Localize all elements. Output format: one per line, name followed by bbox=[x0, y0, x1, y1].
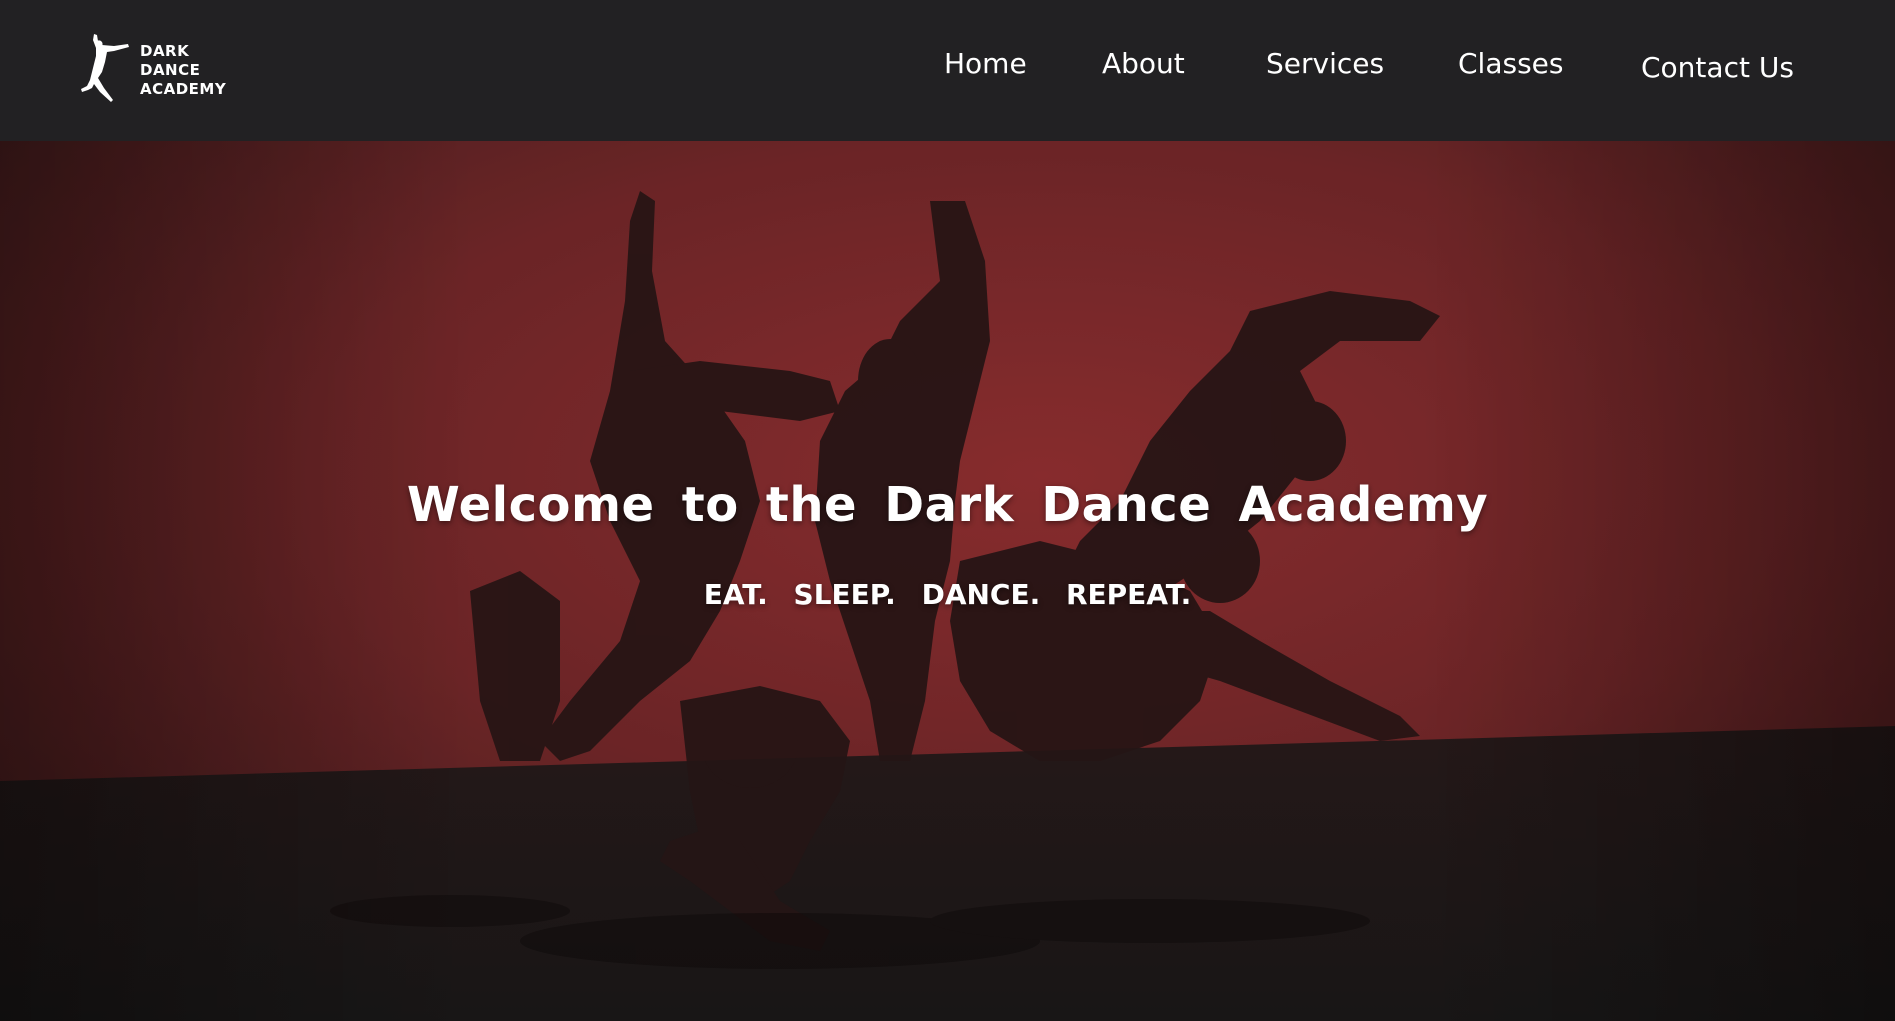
nav-link-services[interactable]: Services bbox=[1266, 46, 1384, 82]
hero-section: Welcome to the Dark Dance Academy EAT. S… bbox=[0, 141, 1895, 1021]
nav-link-about[interactable]: About bbox=[1102, 46, 1185, 82]
nav-link-home[interactable]: Home bbox=[944, 46, 1027, 82]
page: DARK DANCE ACADEMY Home About Services C… bbox=[0, 0, 1895, 1021]
site-header: DARK DANCE ACADEMY Home About Services C… bbox=[0, 0, 1895, 141]
main-navigation: Home About Services Classes Contact Us bbox=[0, 0, 1895, 141]
nav-link-contact-us[interactable]: Contact Us bbox=[1641, 50, 1794, 86]
hero-title: Welcome to the Dark Dance Academy bbox=[406, 477, 1489, 534]
hero-tagline: EAT. SLEEP. DANCE. REPEAT. bbox=[703, 578, 1192, 611]
nav-link-classes[interactable]: Classes bbox=[1458, 46, 1563, 82]
